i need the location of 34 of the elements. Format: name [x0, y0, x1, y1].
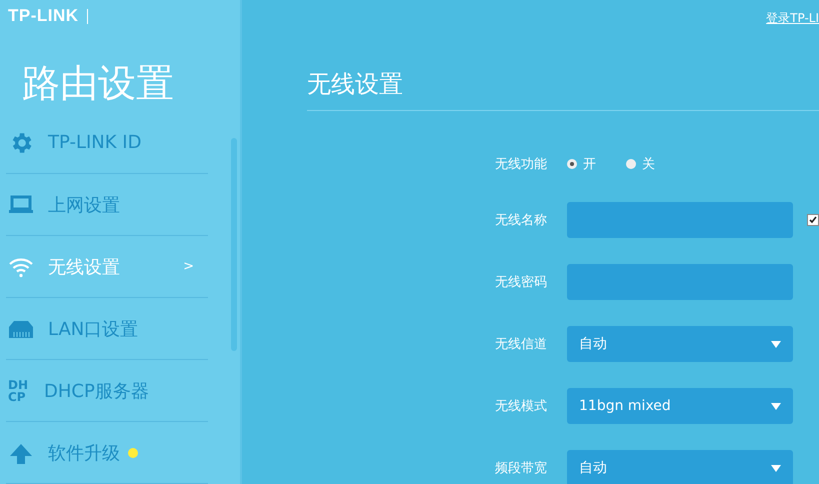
caret-icon	[771, 340, 781, 348]
input-field[interactable]	[567, 264, 793, 300]
login-link[interactable]: 登录TP-LI	[766, 10, 819, 27]
sidebar-item[interactable]: 上网设置	[6, 174, 208, 236]
checkbox[interactable]	[807, 214, 819, 226]
sidebar-item[interactable]: LAN口设置	[6, 298, 208, 360]
field-label: 无线名称	[495, 212, 548, 229]
scrollbar[interactable]	[231, 138, 237, 351]
upload-arrow-icon	[8, 442, 34, 464]
sidebar-item[interactable]: 软件升级	[6, 422, 208, 484]
dropdown[interactable]: 11bgn mixed	[567, 388, 793, 424]
radio-option[interactable]: 关	[626, 155, 655, 173]
logo: TP-LINK	[8, 6, 79, 26]
ethernet-port-icon	[8, 318, 34, 338]
caret-icon	[771, 464, 781, 472]
field-label: 无线密码	[495, 274, 548, 291]
page-heading: 无线设置	[307, 68, 819, 111]
field-label: 无线模式	[495, 398, 548, 415]
dropdown[interactable]: 自动	[567, 450, 793, 484]
field-label: 无线功能	[495, 156, 548, 173]
field-label: 频段带宽	[495, 460, 548, 477]
field-label: 无线信道	[495, 336, 548, 353]
sidebar-item[interactable]: TP-LINK ID	[6, 112, 208, 174]
dropdown[interactable]: 自动	[567, 326, 793, 362]
sidebar-item[interactable]: 无线设置 >	[6, 236, 208, 298]
caret-icon	[771, 402, 781, 410]
dhcp-icon: DH CP	[8, 378, 30, 402]
sidebar-title: 路由设置	[21, 60, 175, 107]
input-field[interactable]	[567, 202, 793, 238]
sidebar-item[interactable]: DH CP DHCP服务器	[6, 360, 208, 422]
laptop-icon	[8, 194, 34, 214]
radio-option[interactable]: 开	[567, 155, 596, 173]
wifi-icon	[8, 256, 34, 278]
arrow-icon: >	[183, 259, 194, 274]
